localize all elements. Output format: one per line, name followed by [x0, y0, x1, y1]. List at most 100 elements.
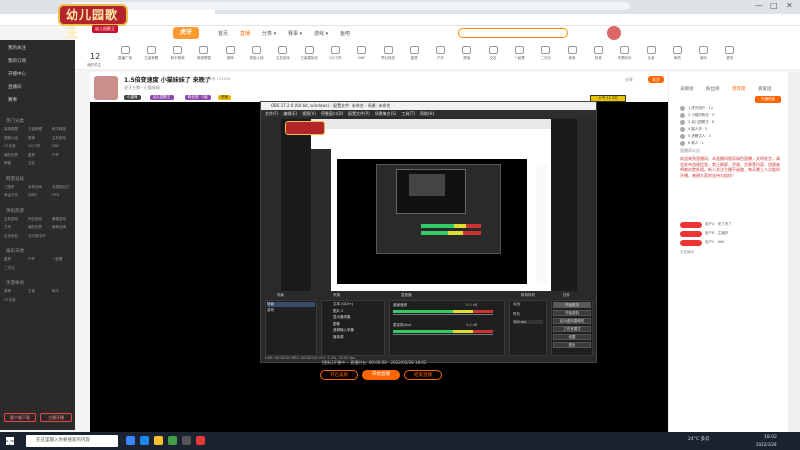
sidebar-category-link[interactable]: CF手游	[4, 144, 15, 149]
rank-row[interactable]: 1 虎牙用户 · 12	[688, 106, 713, 111]
category-icon-item[interactable]: 王者荣耀	[138, 46, 164, 61]
nav-matches[interactable]: 赛事 ▾	[288, 30, 302, 37]
obs-scene-item[interactable]: 游戏	[267, 308, 274, 313]
category-icon-item[interactable]: 颜值	[454, 46, 480, 61]
sidebar-category-link[interactable]: 原神	[28, 136, 35, 141]
sidebar-category-link[interactable]: 户外	[52, 153, 59, 158]
sidebar-category-link[interactable]: 暴雪游戏	[52, 217, 66, 222]
obs-menu-item[interactable]: 停靠窗口(D)	[321, 111, 343, 116]
category-icon-item[interactable]: 手游	[638, 46, 664, 61]
category-icon-item[interactable]: QQ飞车	[322, 46, 348, 61]
obs-menu-item[interactable]: 工具(T)	[401, 111, 415, 116]
obs-source-item[interactable]: 文本 (GDI+)	[333, 302, 353, 307]
obs-menu-item[interactable]: 编辑(E)	[283, 111, 297, 116]
sidebar-category-link[interactable]: FIFA	[52, 193, 59, 197]
obs-scene-item[interactable]: 场景	[267, 302, 315, 307]
category-icon-item[interactable]: 交友	[480, 46, 506, 61]
category-icon-item[interactable]: 户外	[428, 46, 454, 61]
site-logo[interactable]: 虎牙	[173, 27, 199, 39]
sidebar-category-link[interactable]: 命运方舟	[4, 193, 18, 198]
url-field[interactable]	[70, 2, 630, 10]
category-icon-item[interactable]: 单机	[664, 46, 690, 61]
user-avatar[interactable]	[607, 26, 621, 40]
sidebar-item[interactable]: 直播间	[8, 84, 22, 90]
sidebar-category-link[interactable]: 原神	[4, 289, 11, 294]
obs-control-button[interactable]: 设置	[553, 334, 591, 340]
sidebar-category-link[interactable]: CF手游	[4, 298, 15, 303]
rank-row[interactable]: 4 路人甲 · 5	[688, 127, 707, 132]
obs-source-item[interactable]: 音频输入采集	[333, 328, 354, 333]
category-icon-item[interactable]: DNF	[349, 46, 375, 60]
obs-menu-item[interactable]: 配置文件(P)	[348, 111, 370, 116]
download-client-button[interactable]: 客户端下载	[4, 413, 36, 422]
sidebar-category-link[interactable]: 和平精英	[52, 127, 66, 132]
sidebar-category-link[interactable]: 王者荣耀	[28, 127, 42, 132]
nav-games[interactable]: 游戏 ▾	[314, 30, 328, 37]
site-search-input[interactable]	[458, 28, 568, 38]
sidebar-category-link[interactable]: 我的世界	[28, 225, 42, 230]
sidebar-category-link[interactable]: DNF	[52, 144, 59, 148]
tab-contrib[interactable]: 贡献榜	[680, 86, 694, 92]
obs-taskbar-icon[interactable]	[182, 436, 191, 445]
category-icon-item[interactable]: 星秀	[401, 46, 427, 61]
clock-time[interactable]: 18:02	[764, 435, 777, 440]
sidebar-category-link[interactable]: 二次元	[4, 266, 15, 271]
edge-icon[interactable]	[140, 436, 149, 445]
open-noble-button[interactable]: 开通贵族	[755, 96, 781, 103]
start-broadcast-button[interactable]: 主播开播	[40, 413, 72, 422]
obs-source-item[interactable]: 图像	[333, 322, 340, 327]
obs-volume-slider[interactable]	[393, 334, 493, 335]
sidebar-item[interactable]: 开播中心	[8, 71, 26, 77]
nav-category[interactable]: 分类 ▾	[262, 30, 276, 37]
category-icon-item[interactable]: 一起看	[507, 46, 533, 61]
category-icon-item[interactable]: 二次元	[533, 46, 559, 61]
page-scrollbar[interactable]	[788, 72, 800, 432]
sidebar-category-link[interactable]: 三国杀	[4, 185, 15, 190]
sidebar-category-link[interactable]: 剑网3	[28, 193, 37, 198]
sidebar-category-link[interactable]: 一起看	[52, 257, 63, 262]
sidebar-category-link[interactable]: QQ飞车	[28, 144, 41, 149]
category-icon-item[interactable]: 更多	[717, 46, 743, 61]
category-icon-item[interactable]: 主机游戏	[270, 46, 296, 61]
chrome-icon[interactable]	[168, 436, 177, 445]
sidebar-category-link[interactable]: 生化危机	[4, 234, 18, 239]
end-live-button[interactable]: 结束直播	[404, 370, 442, 380]
category-icon-item[interactable]: 直播广场	[112, 46, 138, 61]
sidebar-category-link[interactable]: 星秀	[4, 257, 11, 262]
sidebar-category-link[interactable]: 怀旧游戏	[28, 217, 42, 222]
task-view-icon[interactable]	[126, 436, 135, 445]
sidebar-item[interactable]: 我的关注	[8, 45, 26, 51]
obs-control-button[interactable]: 开始录制	[553, 310, 591, 316]
sidebar-item[interactable]: 赛事	[8, 97, 17, 103]
tab-vip[interactable]: 贵宾席	[732, 86, 746, 92]
rank-row[interactable]: 3 幼儿园歌王 · 8	[688, 120, 714, 125]
beauty-button[interactable]: 开启美颜	[320, 370, 358, 380]
sidebar-category-link[interactable]: 颜值	[4, 161, 11, 166]
nav-live[interactable]: 直播	[240, 30, 250, 37]
tab-fans[interactable]: 粉丝榜	[706, 86, 720, 92]
category-icon-item[interactable]: 娱乐	[691, 46, 717, 61]
category-icon-item[interactable]: 原神	[217, 46, 243, 61]
category-icon-item[interactable]: 梦幻西游	[375, 46, 401, 61]
obs-control-button[interactable]: 退出	[553, 342, 591, 348]
obs-menu-item[interactable]: 场景集合(S)	[375, 111, 397, 116]
close-icon[interactable]: ✕	[786, 1, 793, 10]
clock-date[interactable]: 2022/3/28	[756, 442, 777, 447]
app-taskbar-icon[interactable]	[196, 436, 205, 445]
obs-preview[interactable]	[281, 119, 577, 291]
obs-source-item[interactable]: 媒体源	[333, 335, 344, 340]
sidebar-category-link[interactable]: 永劫无间	[28, 185, 42, 190]
obs-menu-item[interactable]: 视图(V)	[302, 111, 316, 116]
tab-loveteam[interactable]: 真爱团	[758, 86, 772, 92]
obs-menu-item[interactable]: 帮助(H)	[420, 111, 434, 116]
sidebar-category-link[interactable]: 艾尔登法环	[28, 234, 46, 239]
rank-row[interactable]: 2 小猫的粉丝 · 9	[688, 113, 714, 118]
obs-control-button[interactable]: 启动虚拟摄像机	[553, 318, 591, 324]
sidebar-category-link[interactable]: 我的世界	[4, 153, 18, 158]
obs-control-button[interactable]: 工作室模式	[553, 326, 591, 332]
sidebar-category-link[interactable]: 和平	[52, 289, 59, 294]
sidebar-category-link[interactable]: 交友	[28, 161, 35, 166]
rank-row[interactable]: 6 新人 · 1	[688, 141, 704, 146]
sidebar-category-link[interactable]: 户外	[28, 257, 35, 262]
sidebar-category-link[interactable]: 天涯明月刀	[52, 185, 70, 190]
